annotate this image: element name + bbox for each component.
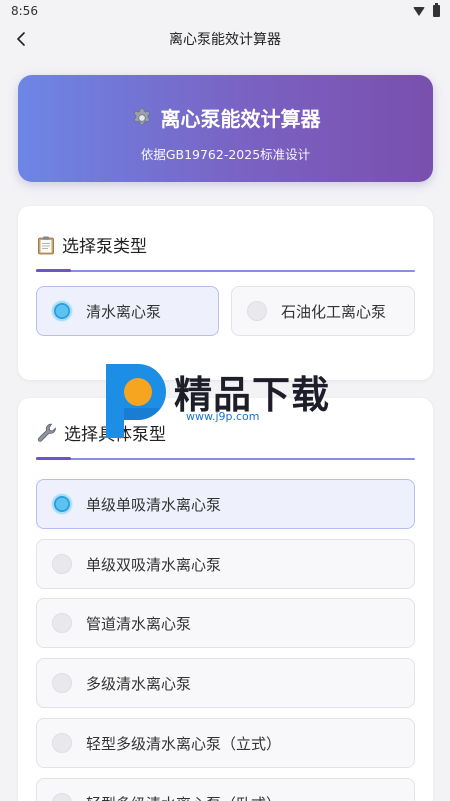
radio-unselected-icon <box>52 554 72 574</box>
section-divider <box>36 269 415 272</box>
status-time: 8:56 <box>11 4 38 18</box>
hero-banner: 离心泵能效计算器 依据GB19762-2025标准设计 <box>18 75 433 182</box>
battery-icon <box>433 3 440 17</box>
pump-type-header: 选择泵类型 <box>36 232 415 272</box>
pump-model-option-5[interactable]: 轻型多级清水离心泵（立式） <box>36 718 415 768</box>
hero-title: 离心泵能效计算器 <box>160 107 321 131</box>
option-label: 管道清水离心泵 <box>86 614 192 633</box>
wrench-icon <box>37 423 56 442</box>
status-bar: 8:56 <box>0 0 450 22</box>
back-button[interactable] <box>8 26 34 52</box>
radio-unselected-icon <box>52 733 72 753</box>
pump-model-option-1[interactable]: 单级单吸清水离心泵 <box>36 479 415 529</box>
section-divider <box>36 457 415 460</box>
clipboard-icon <box>38 236 54 254</box>
pump-type-option-clean-water[interactable]: 清水离心泵 <box>36 286 219 336</box>
pump-model-card: 选择具体泵型 单级单吸清水离心泵 单级双吸清水离心泵 管道清水离心泵 多级清水离… <box>18 398 433 801</box>
pump-type-card: 选择泵类型 清水离心泵 石油化工离心泵 <box>18 206 433 380</box>
pump-type-title-row: 选择泵类型 <box>36 232 415 257</box>
pump-model-title-row: 选择具体泵型 <box>36 420 415 445</box>
pump-model-title: 选择具体泵型 <box>64 425 166 445</box>
pump-type-title: 选择泵类型 <box>62 237 147 257</box>
pump-model-option-6[interactable]: 轻型多级清水离心泵（卧式） <box>36 778 415 801</box>
page-title: 离心泵能效计算器 <box>169 32 281 48</box>
hero-subtitle: 依据GB19762-2025标准设计 <box>140 147 311 162</box>
wifi-icon <box>413 6 425 16</box>
gear-icon <box>133 107 150 125</box>
pump-type-option-petrochemical[interactable]: 石油化工离心泵 <box>231 286 415 336</box>
option-label: 轻型多级清水离心泵（卧式） <box>86 793 281 801</box>
status-icons <box>413 3 440 17</box>
radio-unselected-icon <box>247 301 267 321</box>
radio-unselected-icon <box>52 673 72 693</box>
option-label: 轻型多级清水离心泵（立式） <box>86 734 282 753</box>
hero-title-row: 离心泵能效计算器 <box>18 103 433 132</box>
option-label: 石油化工离心泵 <box>281 302 387 321</box>
pump-model-header: 选择具体泵型 <box>36 420 415 460</box>
pump-model-option-2[interactable]: 单级双吸清水离心泵 <box>36 539 415 589</box>
option-label: 清水离心泵 <box>86 302 162 321</box>
nav-bar: 离心泵能效计算器 <box>0 22 450 56</box>
option-label: 单级单吸清水离心泵 <box>86 495 222 514</box>
radio-selected-icon <box>52 301 72 321</box>
radio-unselected-icon <box>52 793 72 801</box>
radio-unselected-icon <box>52 613 72 633</box>
option-label: 单级双吸清水离心泵 <box>86 555 222 574</box>
pump-model-option-4[interactable]: 多级清水离心泵 <box>36 658 415 708</box>
option-label: 多级清水离心泵 <box>86 674 192 693</box>
pump-model-option-3[interactable]: 管道清水离心泵 <box>36 598 415 648</box>
radio-selected-icon <box>52 494 72 514</box>
chevron-left-icon <box>17 32 25 46</box>
